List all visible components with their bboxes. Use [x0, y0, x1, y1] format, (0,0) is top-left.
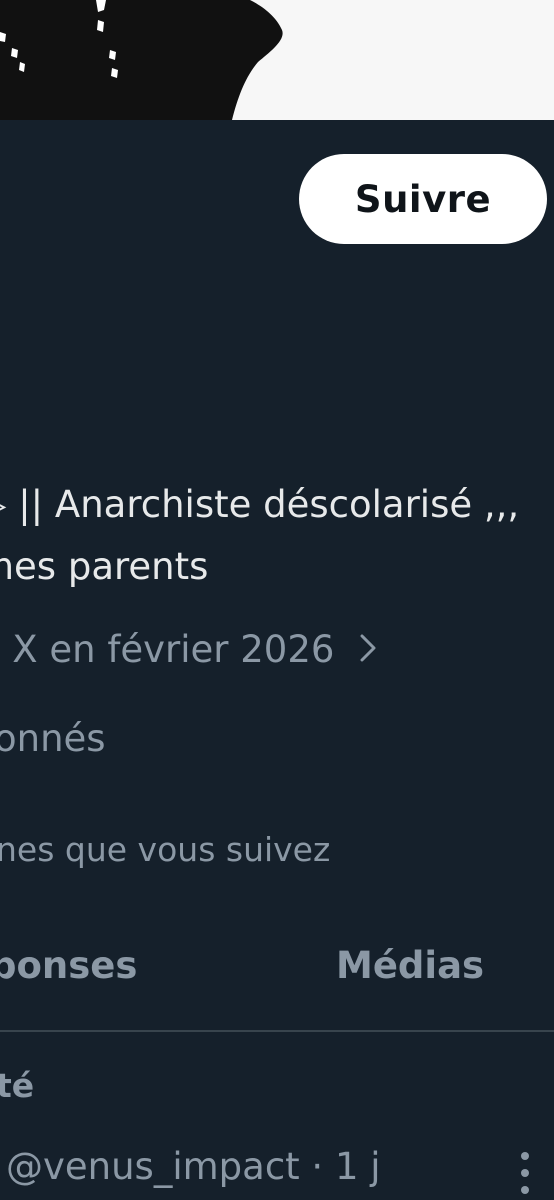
more-dot [521, 1152, 529, 1160]
joined-date-link[interactable]: t X en février 2026 [0, 628, 376, 671]
followed-by-link[interactable]: nes que vous suivez [0, 830, 330, 869]
tabs-divider [0, 1030, 554, 1032]
bio-line-2: mes parents [0, 545, 209, 588]
tab-replies[interactable]: ponses [0, 944, 137, 987]
followers-count-link[interactable]: onnés [0, 717, 106, 760]
banner-artwork [0, 0, 283, 120]
more-dot [521, 1186, 529, 1194]
follow-button[interactable]: Suivre [299, 154, 547, 244]
more-dot [521, 1169, 529, 1177]
more-vertical-icon[interactable] [505, 1146, 545, 1200]
profile-bio: ▷ || Anarchiste déscolarisé ,,, mes pare… [0, 474, 519, 598]
joined-date-text: t X en février 2026 [0, 628, 335, 671]
chevron-right-icon [360, 628, 376, 671]
pinned-label: té [0, 1066, 35, 1105]
post-author-meta[interactable]: @venus_impact · 1 j [6, 1145, 381, 1188]
profile-banner[interactable] [0, 0, 554, 120]
tab-media[interactable]: Médias [336, 944, 484, 987]
bio-line-1: ▷ || Anarchiste déscolarisé ,,, [0, 483, 520, 526]
